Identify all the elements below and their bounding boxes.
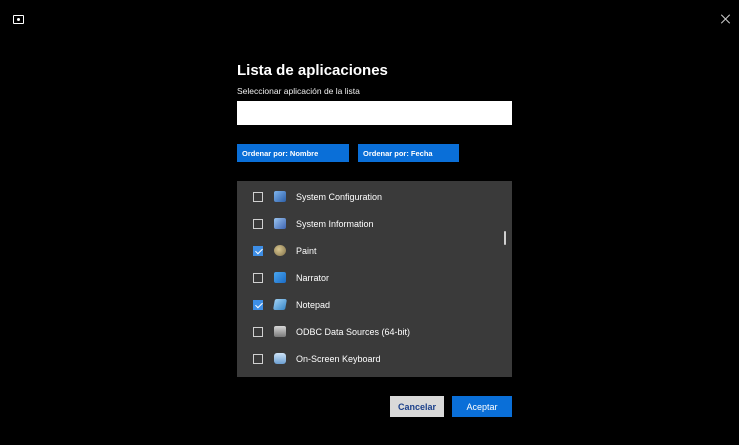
list-item[interactable]: On-Screen Keyboard <box>237 345 497 372</box>
list-item[interactable]: Notepad <box>237 291 497 318</box>
odbc-icon <box>274 326 286 337</box>
checkbox[interactable] <box>253 218 263 229</box>
list-item[interactable]: System Configuration <box>237 183 497 210</box>
on-screen-keyboard-icon <box>274 353 286 364</box>
dialog-subtitle: Seleccionar aplicación de la lista <box>237 86 360 96</box>
app-list[interactable]: System Configuration System Information … <box>237 181 512 377</box>
list-item[interactable]: System Information <box>237 210 497 237</box>
list-item[interactable]: Paint <box>237 237 497 264</box>
checkbox[interactable] <box>253 245 263 256</box>
list-item[interactable]: ODBC Data Sources (64-bit) <box>237 318 497 345</box>
checkbox[interactable] <box>253 353 263 364</box>
sort-by-name-button[interactable]: Ordenar por: Nombre <box>237 144 349 162</box>
app-logo-icon <box>13 15 24 24</box>
checkbox[interactable] <box>253 326 263 337</box>
list-item-label: Narrator <box>296 272 330 283</box>
close-icon[interactable] <box>721 14 731 24</box>
list-item[interactable]: Narrator <box>237 264 497 291</box>
list-item-label: Notepad <box>296 299 331 310</box>
checkbox[interactable] <box>253 191 263 202</box>
app-list-dialog: Lista de aplicaciones Seleccionar aplica… <box>237 60 512 417</box>
dialog-title: Lista de aplicaciones <box>237 62 388 79</box>
list-item-label: System Configuration <box>296 191 383 202</box>
sort-by-date-button[interactable]: Ordenar por: Fecha <box>358 144 459 162</box>
cancel-button[interactable]: Cancelar <box>390 396 444 417</box>
scrollbar-thumb[interactable] <box>504 231 506 245</box>
list-item-label: ODBC Data Sources (64-bit) <box>296 326 411 337</box>
system-information-icon <box>274 218 286 229</box>
checkbox[interactable] <box>253 272 263 283</box>
system-configuration-icon <box>274 191 286 202</box>
list-item-label: Paint <box>296 245 317 256</box>
accept-button[interactable]: Aceptar <box>452 396 512 417</box>
checkbox[interactable] <box>253 299 263 310</box>
list-item-label: On-Screen Keyboard <box>296 353 381 364</box>
notepad-icon <box>273 299 287 310</box>
paint-icon <box>274 245 286 256</box>
list-item-label: System Information <box>296 218 374 229</box>
narrator-icon <box>274 272 286 283</box>
search-input[interactable] <box>237 101 512 125</box>
